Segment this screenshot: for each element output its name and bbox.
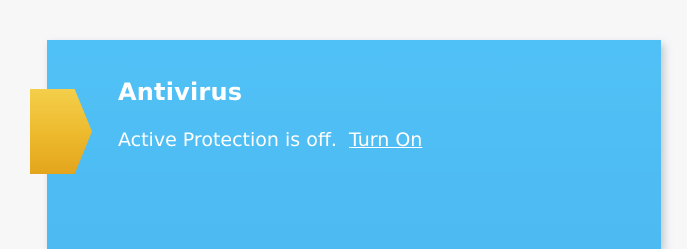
protection-status-text: Active Protection is off. — [118, 129, 337, 151]
turn-on-link[interactable]: Turn On — [349, 129, 422, 151]
antivirus-title: Antivirus — [118, 78, 243, 106]
protection-status-row: Active Protection is off. Turn On — [118, 129, 422, 151]
screen: Antivirus Active Protection is off. Turn… — [0, 0, 687, 249]
